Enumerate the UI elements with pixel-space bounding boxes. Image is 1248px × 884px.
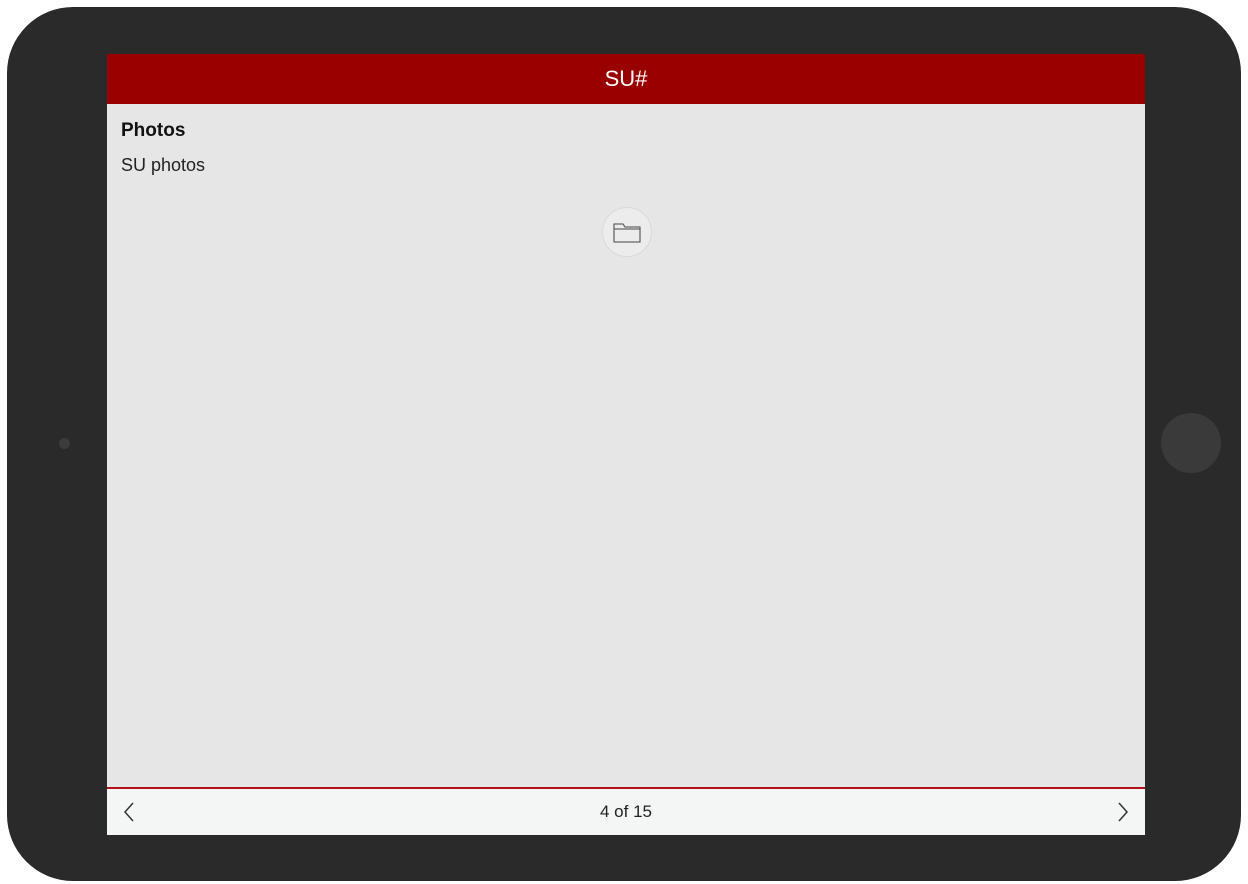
- header-title: SU#: [604, 66, 648, 91]
- next-page-button[interactable]: [1109, 797, 1137, 827]
- app-screen: SU# Photos SU photos 4 of 15: [107, 54, 1145, 835]
- pagination-bar: 4 of 15: [107, 787, 1145, 835]
- home-button[interactable]: [1161, 413, 1221, 473]
- tablet-frame: SU# Photos SU photos 4 of 15: [7, 7, 1241, 881]
- section-description: SU photos: [121, 155, 206, 175]
- attachment-folder-button[interactable]: [602, 207, 652, 257]
- app-header: SU#: [107, 54, 1145, 104]
- camera-dot: [59, 438, 70, 449]
- section-title: Photos: [121, 120, 186, 141]
- form-content: Photos SU photos: [107, 104, 1145, 787]
- chevron-right-icon: [1118, 802, 1129, 822]
- folder-icon: [613, 223, 641, 243]
- page-indicator: 4 of 15: [600, 802, 652, 821]
